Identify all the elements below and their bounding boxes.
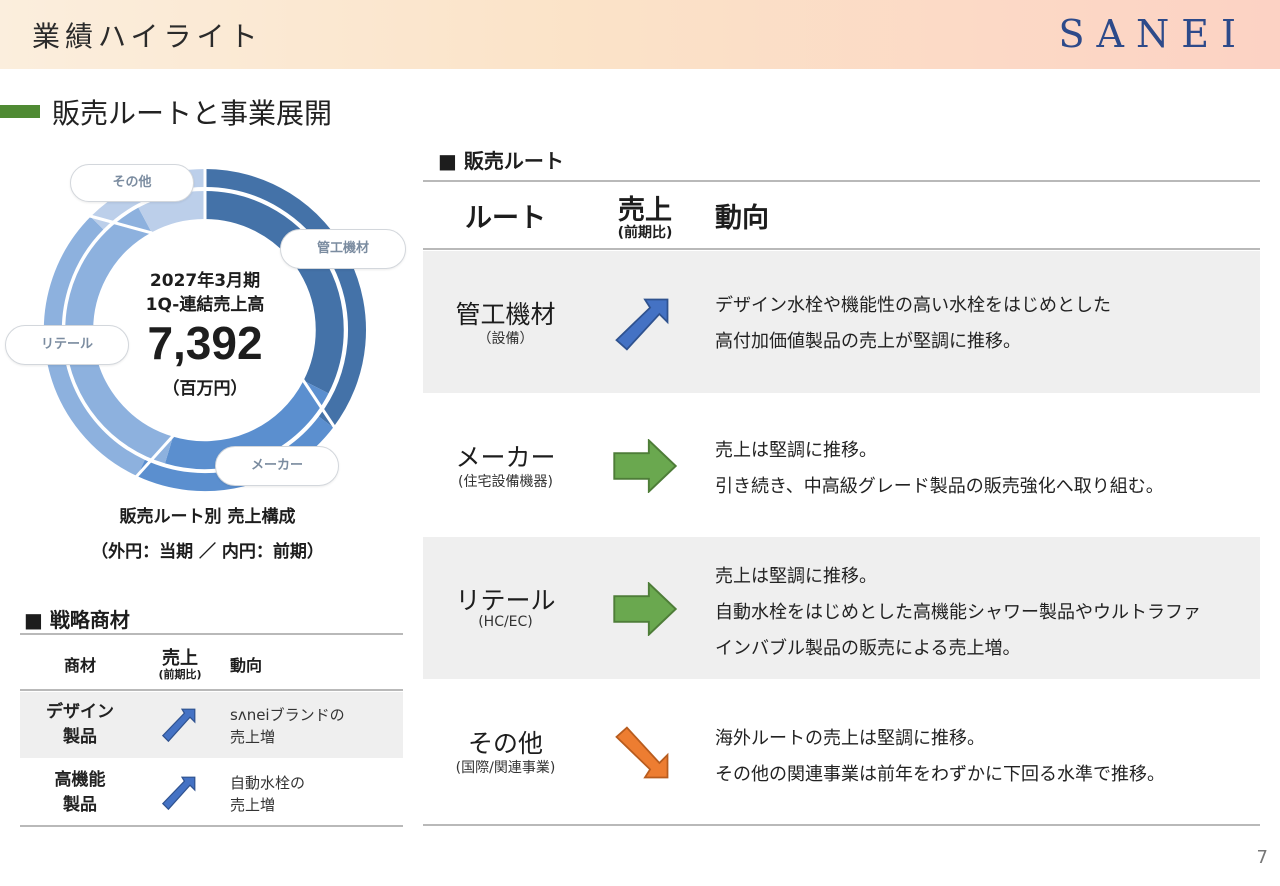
route-name: リテール [455, 586, 556, 615]
strategic-item-line1: 高機能 [54, 770, 106, 790]
routes-header-sales-sub: (前期比) [617, 225, 673, 241]
strategic-header-rule [20, 689, 403, 691]
strategic-row: 高機能 製品 自動水栓の 売上増 [20, 760, 403, 826]
strategic-trend: 自動水栓の 売上増 [230, 772, 305, 816]
route-trend: 海外ルートの売上は堅調に推移。 その他の関連事業は前年をわずかに下回る水準で推移… [715, 721, 1165, 793]
header-bar: 業績ハイライト SANEI [0, 0, 1280, 69]
route-trend-line: 高付加価値製品の売上が堅調に推移。 [715, 331, 1021, 352]
routes-top-rule [423, 180, 1260, 182]
strategic-trend-line1: 自動水栓の [230, 774, 306, 792]
arrow-down-right-icon [615, 726, 669, 779]
strategic-row: デザイン 製品 sʌneiブランドの 売上増 [20, 692, 403, 758]
inner-ring-other [138, 190, 206, 233]
strategic-bottom-rule [20, 825, 403, 827]
route-row-retail: リテール (HC/EC) 売上は堅調に推移。 自動水栓をはじめとした高機能シャワ… [423, 537, 1260, 679]
donut-center-period: 2027年3月期 [149, 271, 261, 291]
strategic-trend-line2: 売上増 [230, 728, 276, 746]
route-name: メーカー [455, 443, 556, 472]
strategic-header-trend: 動向 [230, 656, 263, 675]
strategic-item-line2: 製品 [63, 727, 97, 747]
routes-title: ■ 販売ルート [438, 149, 564, 173]
route-row-kanko: 管工機材 （設備） デザイン水栓や機能性の高い水栓をはじめとした 高付加価値製品… [423, 251, 1260, 393]
chart-caption-note: （外円：当期 ／ 内円：前期） [91, 542, 324, 562]
chart-caption-title: 販売ルート別 売上構成 [119, 507, 296, 527]
strategic-top-rule [20, 633, 403, 635]
routes-header-rule [423, 248, 1260, 250]
route-name: 管工機材 [455, 300, 556, 329]
arrow-right-icon [613, 439, 677, 493]
route-subname: (住宅設備機器) [458, 474, 553, 490]
route-subname: （設備） [477, 331, 534, 347]
routes-header-trend: 動向 [715, 203, 769, 234]
page-header-title: 業績ハイライト [32, 20, 263, 53]
routes-header-route: ルート [465, 203, 546, 234]
route-trend: 売上は堅調に推移。 自動水栓をはじめとした高機能シャワー製品やウルトラファ イン… [715, 559, 1201, 667]
donut-label-other: その他 [70, 164, 194, 202]
arrow-up-right-icon [161, 776, 196, 811]
donut-label-kanko: 管工機材 [280, 229, 406, 269]
route-row-maker: メーカー (住宅設備機器) 売上は堅調に推移。 引き続き、中高級グレード製品の販… [423, 394, 1260, 536]
section-accent-bar [0, 105, 40, 118]
arrow-up-right-icon [161, 708, 196, 743]
strategic-header-sales-sub: (前期比) [158, 668, 202, 681]
route-name: その他 [467, 729, 543, 758]
company-logo: SANEI [1058, 12, 1248, 56]
route-trend-line: 自動水栓をはじめとした高機能シャワー製品やウルトラファ [715, 602, 1201, 623]
strategic-trend-line2: 売上増 [230, 796, 276, 814]
route-subname: (HC/EC) [478, 614, 533, 630]
route-trend-line: 売上は堅調に推移。 [715, 566, 877, 587]
donut-center-unit: （百万円） [162, 379, 248, 399]
routes-bottom-rule [423, 824, 1260, 826]
route-trend: デザイン水栓や機能性の高い水栓をはじめとした 高付加価値製品の売上が堅調に推移。 [715, 288, 1111, 360]
route-trend-line: インバブル製品の販売による売上増。 [715, 638, 1021, 659]
strategic-item-name: デザイン 製品 [20, 700, 140, 750]
route-subname: (国際/関連事業) [455, 760, 556, 776]
donut-center-label: 1Q-連結売上高 [145, 295, 265, 315]
strategic-trend-line1: sʌneiブランドの [230, 706, 345, 724]
route-trend-line: 海外ルートの売上は堅調に推移。 [715, 728, 985, 749]
strategic-header-item: 商材 [63, 656, 96, 675]
arrow-right-icon [613, 582, 677, 636]
route-trend-line: 引き続き、中高級グレード製品の販売強化へ取り組む。 [715, 476, 1164, 497]
route-trend-line: その他の関連事業は前年をわずかに下回る水準で推移。 [715, 764, 1165, 785]
strategic-item-name: 高機能 製品 [20, 768, 140, 818]
strategic-trend: sʌneiブランドの 売上増 [230, 704, 345, 748]
route-row-other: その他 (国際/関連事業) 海外ルートの売上は堅調に推移。 その他の関連事業は前… [423, 680, 1260, 822]
strategic-item-line2: 製品 [63, 795, 97, 815]
strategic-item-line1: デザイン [46, 702, 114, 722]
donut-label-maker: メーカー [215, 446, 339, 486]
page-number: 7 [1256, 847, 1268, 868]
route-trend-line: 売上は堅調に推移。 [715, 440, 877, 461]
donut-center-value: 7,392 [147, 317, 263, 369]
arrow-up-right-icon [615, 298, 669, 351]
route-trend-line: デザイン水栓や機能性の高い水栓をはじめとした [715, 295, 1111, 316]
route-trend: 売上は堅調に推移。 引き続き、中高級グレード製品の販売強化へ取り組む。 [715, 433, 1164, 505]
strategic-title: ■ 戦略商材 [24, 608, 130, 632]
section-title: 販売ルートと事業展開 [52, 97, 333, 130]
